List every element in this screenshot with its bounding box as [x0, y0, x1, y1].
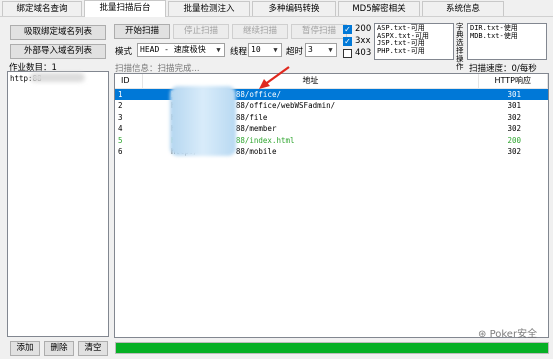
list-item[interactable]: MDB.txt-使用 — [470, 32, 544, 41]
pause-scan-button[interactable]: 暂停扫描 — [291, 24, 347, 39]
filter-403-label: 403 — [355, 48, 372, 58]
timeout-select[interactable]: 3 ▼ — [305, 43, 337, 57]
row-http-code: 200 — [507, 135, 522, 145]
row-http-code: 301 — [478, 88, 548, 100]
mode-label: 模式 — [115, 47, 133, 57]
tab-batch-inject[interactable]: 批量检测注入 — [168, 1, 250, 16]
start-scan-button[interactable]: 开始扫描 — [114, 24, 170, 39]
row-http-code: 302 — [507, 147, 522, 156]
row-http-code: 301 — [507, 101, 522, 110]
mode-select[interactable]: HEAD - 速度极快 ▼ — [137, 43, 225, 57]
row-id: 5 — [118, 135, 123, 145]
row-id: 6 — [118, 147, 123, 156]
chevron-down-icon: ▼ — [273, 46, 278, 54]
results-table[interactable]: ID 地址 HTTP响应 1 http:88/office/ 301 2 htt… — [114, 73, 549, 338]
annotation-arrow-icon — [259, 66, 290, 89]
row-id: 4 — [118, 124, 123, 133]
watermark: ⊛ Poker安全 — [478, 329, 538, 340]
column-header-http[interactable]: HTTP响应 — [478, 74, 549, 89]
tab-bar: 绑定域名查询 批量扫描后台 批量检测注入 多种编码转换 MD5解密相关 系统信息 — [0, 0, 553, 17]
column-header-id[interactable]: ID — [115, 74, 144, 89]
timeout-label: 超时 — [286, 47, 304, 57]
domain-queue-list[interactable]: http:88 — [7, 71, 109, 337]
filter-403-checkbox[interactable] — [343, 49, 352, 58]
wechat-icon: ⊛ — [478, 329, 487, 340]
fetch-domain-list-button[interactable]: 吸取绑定域名列表 — [10, 25, 106, 40]
filter-200-label: 200 — [355, 24, 372, 34]
tab-batch-scan[interactable]: 批量扫描后台 — [84, 0, 166, 17]
row-http-code: 302 — [507, 112, 522, 122]
tab-system-info[interactable]: 系统信息 — [422, 1, 504, 16]
filter-3xx-label: 3xx — [355, 36, 371, 46]
scan-progress-fill — [116, 343, 548, 353]
row-http-code: 302 — [507, 124, 522, 133]
resume-scan-button[interactable]: 继续扫描 — [232, 24, 288, 39]
stop-scan-button[interactable]: 停止扫描 — [173, 24, 229, 39]
chevron-down-icon: ▼ — [216, 46, 221, 54]
threads-select[interactable]: 10 ▼ — [248, 43, 282, 57]
tab-domain-query[interactable]: 绑定域名查询 — [2, 1, 82, 16]
row-id: 3 — [118, 112, 123, 122]
scan-progress-bar — [115, 342, 549, 354]
redaction-blur — [170, 86, 236, 156]
tab-encoding[interactable]: 多种编码转换 — [252, 1, 336, 16]
row-id: 1 — [115, 88, 143, 100]
delete-button[interactable]: 删除 — [44, 341, 74, 356]
filter-3xx-checkbox[interactable]: ✓ — [343, 37, 352, 46]
row-id: 2 — [118, 101, 123, 110]
add-button[interactable]: 添加 — [10, 341, 40, 356]
clear-button[interactable]: 清空 — [78, 341, 108, 356]
import-domain-list-button[interactable]: 外部导入域名列表 — [10, 44, 106, 59]
list-item[interactable]: PHP.txt-可用 — [377, 47, 451, 56]
filter-200-checkbox[interactable]: ✓ — [343, 25, 352, 34]
redaction-blur — [30, 73, 85, 82]
chevron-down-icon: ▼ — [328, 46, 333, 54]
dictionary-list-a[interactable]: ASP.txt-可用 ASPX.txt-可用 JSP.txt-可用 PHP.tx… — [374, 23, 454, 60]
dictionary-label: 字典选择操作 — [456, 22, 464, 71]
dictionary-list-b[interactable]: DIR.txt-使用 MDB.txt-使用 — [467, 23, 547, 60]
tab-md5[interactable]: MD5解密相关 — [338, 1, 420, 16]
threads-label: 线程 — [230, 47, 248, 57]
